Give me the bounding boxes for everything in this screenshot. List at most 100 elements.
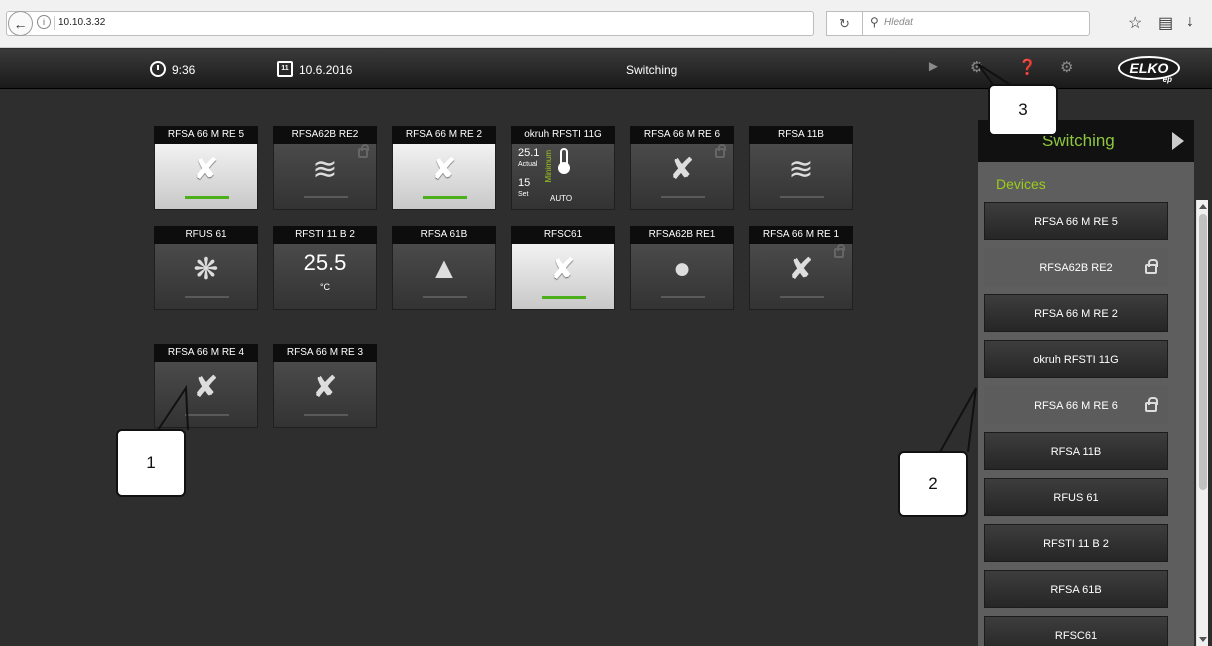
scroll-thumb[interactable]: [1199, 214, 1207, 490]
tile-rfsa-66-m-re-2[interactable]: RFSA 66 M RE 2 ✘: [392, 126, 496, 210]
device-label: RFSA 66 M RE 5: [1034, 216, 1118, 228]
plug-icon: ✘: [312, 371, 338, 404]
scroll-down-arrow[interactable]: [1199, 637, 1207, 642]
tile-body[interactable]: ✘: [392, 144, 496, 210]
plug-icon: ✘: [550, 253, 576, 286]
clock-icon: [150, 61, 166, 77]
device-label: RFSTI 11 B 2: [1043, 538, 1109, 550]
device-item[interactable]: RFSA 66 M RE 6: [984, 386, 1168, 424]
search-icon: ⚲: [870, 15, 879, 29]
tile-body[interactable]: ≋: [749, 144, 853, 210]
address-bar[interactable]: [6, 11, 814, 36]
temperature-unit: °C: [319, 282, 331, 292]
tile-body[interactable]: 25.1 Actual 15 Set Minimum AUTO: [511, 144, 615, 210]
tile-rfsa-66-m-re-1[interactable]: RFSA 66 M RE 1 ✘: [749, 226, 853, 310]
tile-body[interactable]: ▲: [392, 244, 496, 310]
tile-title: RFSTI 11 B 2: [273, 226, 377, 244]
back-button[interactable]: ←: [8, 11, 33, 36]
device-item[interactable]: okruh RFSTI 11G: [984, 340, 1168, 378]
tile-title: RFSA 66 M RE 4: [154, 344, 258, 362]
set-value: 15: [518, 177, 531, 189]
tile-title: RFUS 61: [154, 226, 258, 244]
device-item[interactable]: RFUS 61: [984, 478, 1168, 516]
devices-label: Devices: [996, 176, 1046, 192]
tile-rfsa62b-re1[interactable]: RFSA62B RE1 ●: [630, 226, 734, 310]
set-temp: 15 Set: [518, 178, 530, 200]
play-arrow-icon[interactable]: [1172, 132, 1184, 150]
tile-body[interactable]: ❋: [154, 244, 258, 310]
tile-body[interactable]: ≋: [273, 144, 377, 210]
megaphone-icon[interactable]: ►: [926, 58, 941, 75]
tile-title: RFSA62B RE2: [273, 126, 377, 144]
device-item[interactable]: RFSA 66 M RE 5: [984, 202, 1168, 240]
tile-rfsa-61b[interactable]: RFSA 61B ▲: [392, 226, 496, 310]
status-bar: [304, 414, 348, 416]
status-bar: [185, 196, 229, 199]
tile-okruh-rfsti-11g[interactable]: okruh RFSTI 11G 25.1 Actual 15 Set Minim…: [511, 126, 615, 210]
device-label: RFSA 11B: [1050, 446, 1102, 458]
tile-rfus-61[interactable]: RFUS 61 ❋: [154, 226, 258, 310]
tile-title: RFSA 66 M RE 3: [273, 344, 377, 362]
waves-icon: ≋: [788, 153, 814, 186]
set-label: Set: [518, 191, 529, 198]
tile-rfsa62b-re2[interactable]: RFSA62B RE2 ≋: [273, 126, 377, 210]
actual-label: Actual: [518, 161, 538, 168]
settings-alt-icon[interactable]: ⚙: [970, 58, 983, 76]
status-bar: [780, 296, 824, 298]
actual-temp: 25.1 Actual: [518, 148, 539, 170]
scrollbar[interactable]: [1196, 200, 1208, 646]
tile-rfsa-66-m-re-4[interactable]: RFSA 66 M RE 4 ✘: [154, 344, 258, 428]
actual-value: 25.1: [518, 147, 540, 159]
status-bar: [185, 414, 229, 416]
reload-icon[interactable]: ↻: [826, 11, 862, 36]
tile-body[interactable]: ✘: [749, 244, 853, 310]
clipboard-icon[interactable]: ▤: [1158, 13, 1173, 33]
status-bar: [423, 296, 467, 298]
plug-icon: ✘: [193, 371, 219, 404]
status-bar: [542, 296, 586, 299]
tile-body[interactable]: ✘: [511, 244, 615, 310]
help-icon[interactable]: ❓: [1018, 58, 1037, 76]
tile-body[interactable]: ✘: [154, 144, 258, 210]
info-icon[interactable]: i: [37, 15, 51, 29]
device-item[interactable]: RFSTI 11 B 2: [984, 524, 1168, 562]
tile-body[interactable]: ✘: [630, 144, 734, 210]
download-icon[interactable]: ↓: [1186, 13, 1194, 31]
header-time: 9:36: [172, 63, 196, 77]
tile-rfsa-66-m-re-3[interactable]: RFSA 66 M RE 3 ✘: [273, 344, 377, 428]
device-label: RFUS 61: [1053, 492, 1099, 504]
tile-rfsa-66-m-re-5[interactable]: RFSA 66 M RE 5 ✘: [154, 126, 258, 210]
device-label: RFSA 66 M RE 2: [1034, 308, 1118, 320]
mode-label: Minimum: [544, 150, 553, 183]
tile-rfsa-11b[interactable]: RFSA 11B ≋: [749, 126, 853, 210]
device-item[interactable]: RFSC61: [984, 616, 1168, 646]
tile-title: RFSA 66 M RE 1: [749, 226, 853, 244]
device-label: RFSC61: [1054, 630, 1098, 642]
page-title: Switching: [626, 63, 678, 77]
lock-icon: [1145, 259, 1158, 274]
star-icon[interactable]: ☆: [1128, 13, 1142, 33]
tile-title: RFSA 66 M RE 5: [154, 126, 258, 144]
tile-body[interactable]: ●: [630, 244, 734, 310]
tile-title: RFSA62B RE1: [630, 226, 734, 244]
status-bar: [185, 296, 229, 298]
tile-rfsti-11-b-2[interactable]: RFSTI 11 B 2 25.5 °C: [273, 226, 377, 310]
tile-body[interactable]: ✘: [154, 362, 258, 428]
tile-body[interactable]: ✘: [273, 362, 377, 428]
lock-icon: [834, 244, 845, 258]
tile-rfsa-66-m-re-6[interactable]: RFSA 66 M RE 6 ✘: [630, 126, 734, 210]
bulb-icon: ●: [672, 252, 692, 285]
tile-body[interactable]: 25.5 °C: [273, 244, 377, 310]
device-item[interactable]: RFSA 11B: [984, 432, 1168, 470]
header-date: 10.6.2016: [299, 63, 353, 77]
status-bar: [661, 196, 705, 198]
status-bar: [780, 196, 824, 198]
device-item[interactable]: RFSA62B RE2: [984, 248, 1168, 286]
scroll-up-arrow[interactable]: [1199, 204, 1207, 209]
device-item[interactable]: RFSA 61B: [984, 570, 1168, 608]
tile-rfsc61[interactable]: RFSC61 ✘: [511, 226, 615, 310]
gear-icon[interactable]: ⚙: [1060, 58, 1073, 76]
device-item[interactable]: RFSA 66 M RE 2: [984, 294, 1168, 332]
url-text[interactable]: 10.10.3.32: [58, 17, 105, 28]
tile-title: RFSC61: [511, 226, 615, 244]
